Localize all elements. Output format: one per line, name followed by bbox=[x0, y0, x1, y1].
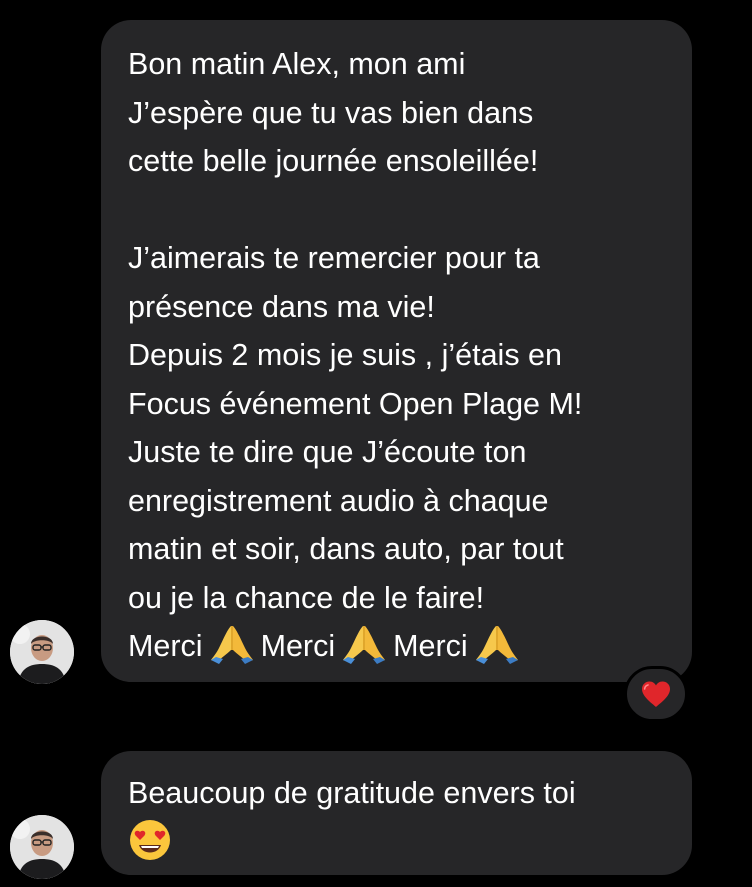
message-line-emoji bbox=[128, 818, 674, 871]
message-line: Depuis 2 mois je suis , j’étais en bbox=[128, 338, 562, 372]
message-line: cette belle journée ensoleillée! bbox=[128, 144, 539, 178]
folded-hands-icon bbox=[475, 626, 518, 664]
message-line: Beaucoup de gratitude envers toi bbox=[128, 776, 576, 810]
heart-eyes-icon bbox=[130, 819, 170, 860]
message-line: J’espère que tu vas bien dans bbox=[128, 95, 534, 130]
red-heart-icon bbox=[642, 681, 670, 707]
message-bubble-received[interactable]: Beaucoup de gratitude envers toi bbox=[101, 751, 692, 875]
message-line: présence dans ma vie! bbox=[128, 289, 435, 324]
message-line: Juste te dire que J’écoute ton bbox=[128, 435, 527, 469]
message-line: ou je la chance de le faire! bbox=[128, 580, 485, 615]
message-line-thanks: Merci Merci Merci bbox=[128, 622, 674, 671]
message-line: Focus événement Open Plage M! bbox=[128, 386, 583, 421]
message-line: J’aimerais te remercier pour ta bbox=[128, 241, 540, 275]
folded-hands-icon bbox=[343, 626, 386, 664]
message-line: enregistrement audio à chaque bbox=[128, 483, 549, 518]
thanks-word: Merci bbox=[128, 629, 203, 663]
message-line: matin et soir, dans auto, par tout bbox=[128, 532, 564, 566]
avatar[interactable] bbox=[10, 620, 74, 684]
reaction-badge[interactable] bbox=[624, 666, 688, 722]
message-bubble-received[interactable]: Bon matin Alex, mon ami J’espère que tu … bbox=[101, 20, 692, 682]
thanks-word: Merci bbox=[260, 629, 336, 663]
folded-hands-icon bbox=[210, 626, 253, 664]
thanks-word: Merci bbox=[393, 629, 468, 663]
person-avatar-icon bbox=[10, 620, 74, 684]
message-line-blank bbox=[128, 186, 674, 235]
person-avatar-icon bbox=[10, 815, 74, 879]
message-line: Bon matin Alex, mon ami bbox=[128, 47, 466, 81]
avatar[interactable] bbox=[10, 815, 74, 879]
